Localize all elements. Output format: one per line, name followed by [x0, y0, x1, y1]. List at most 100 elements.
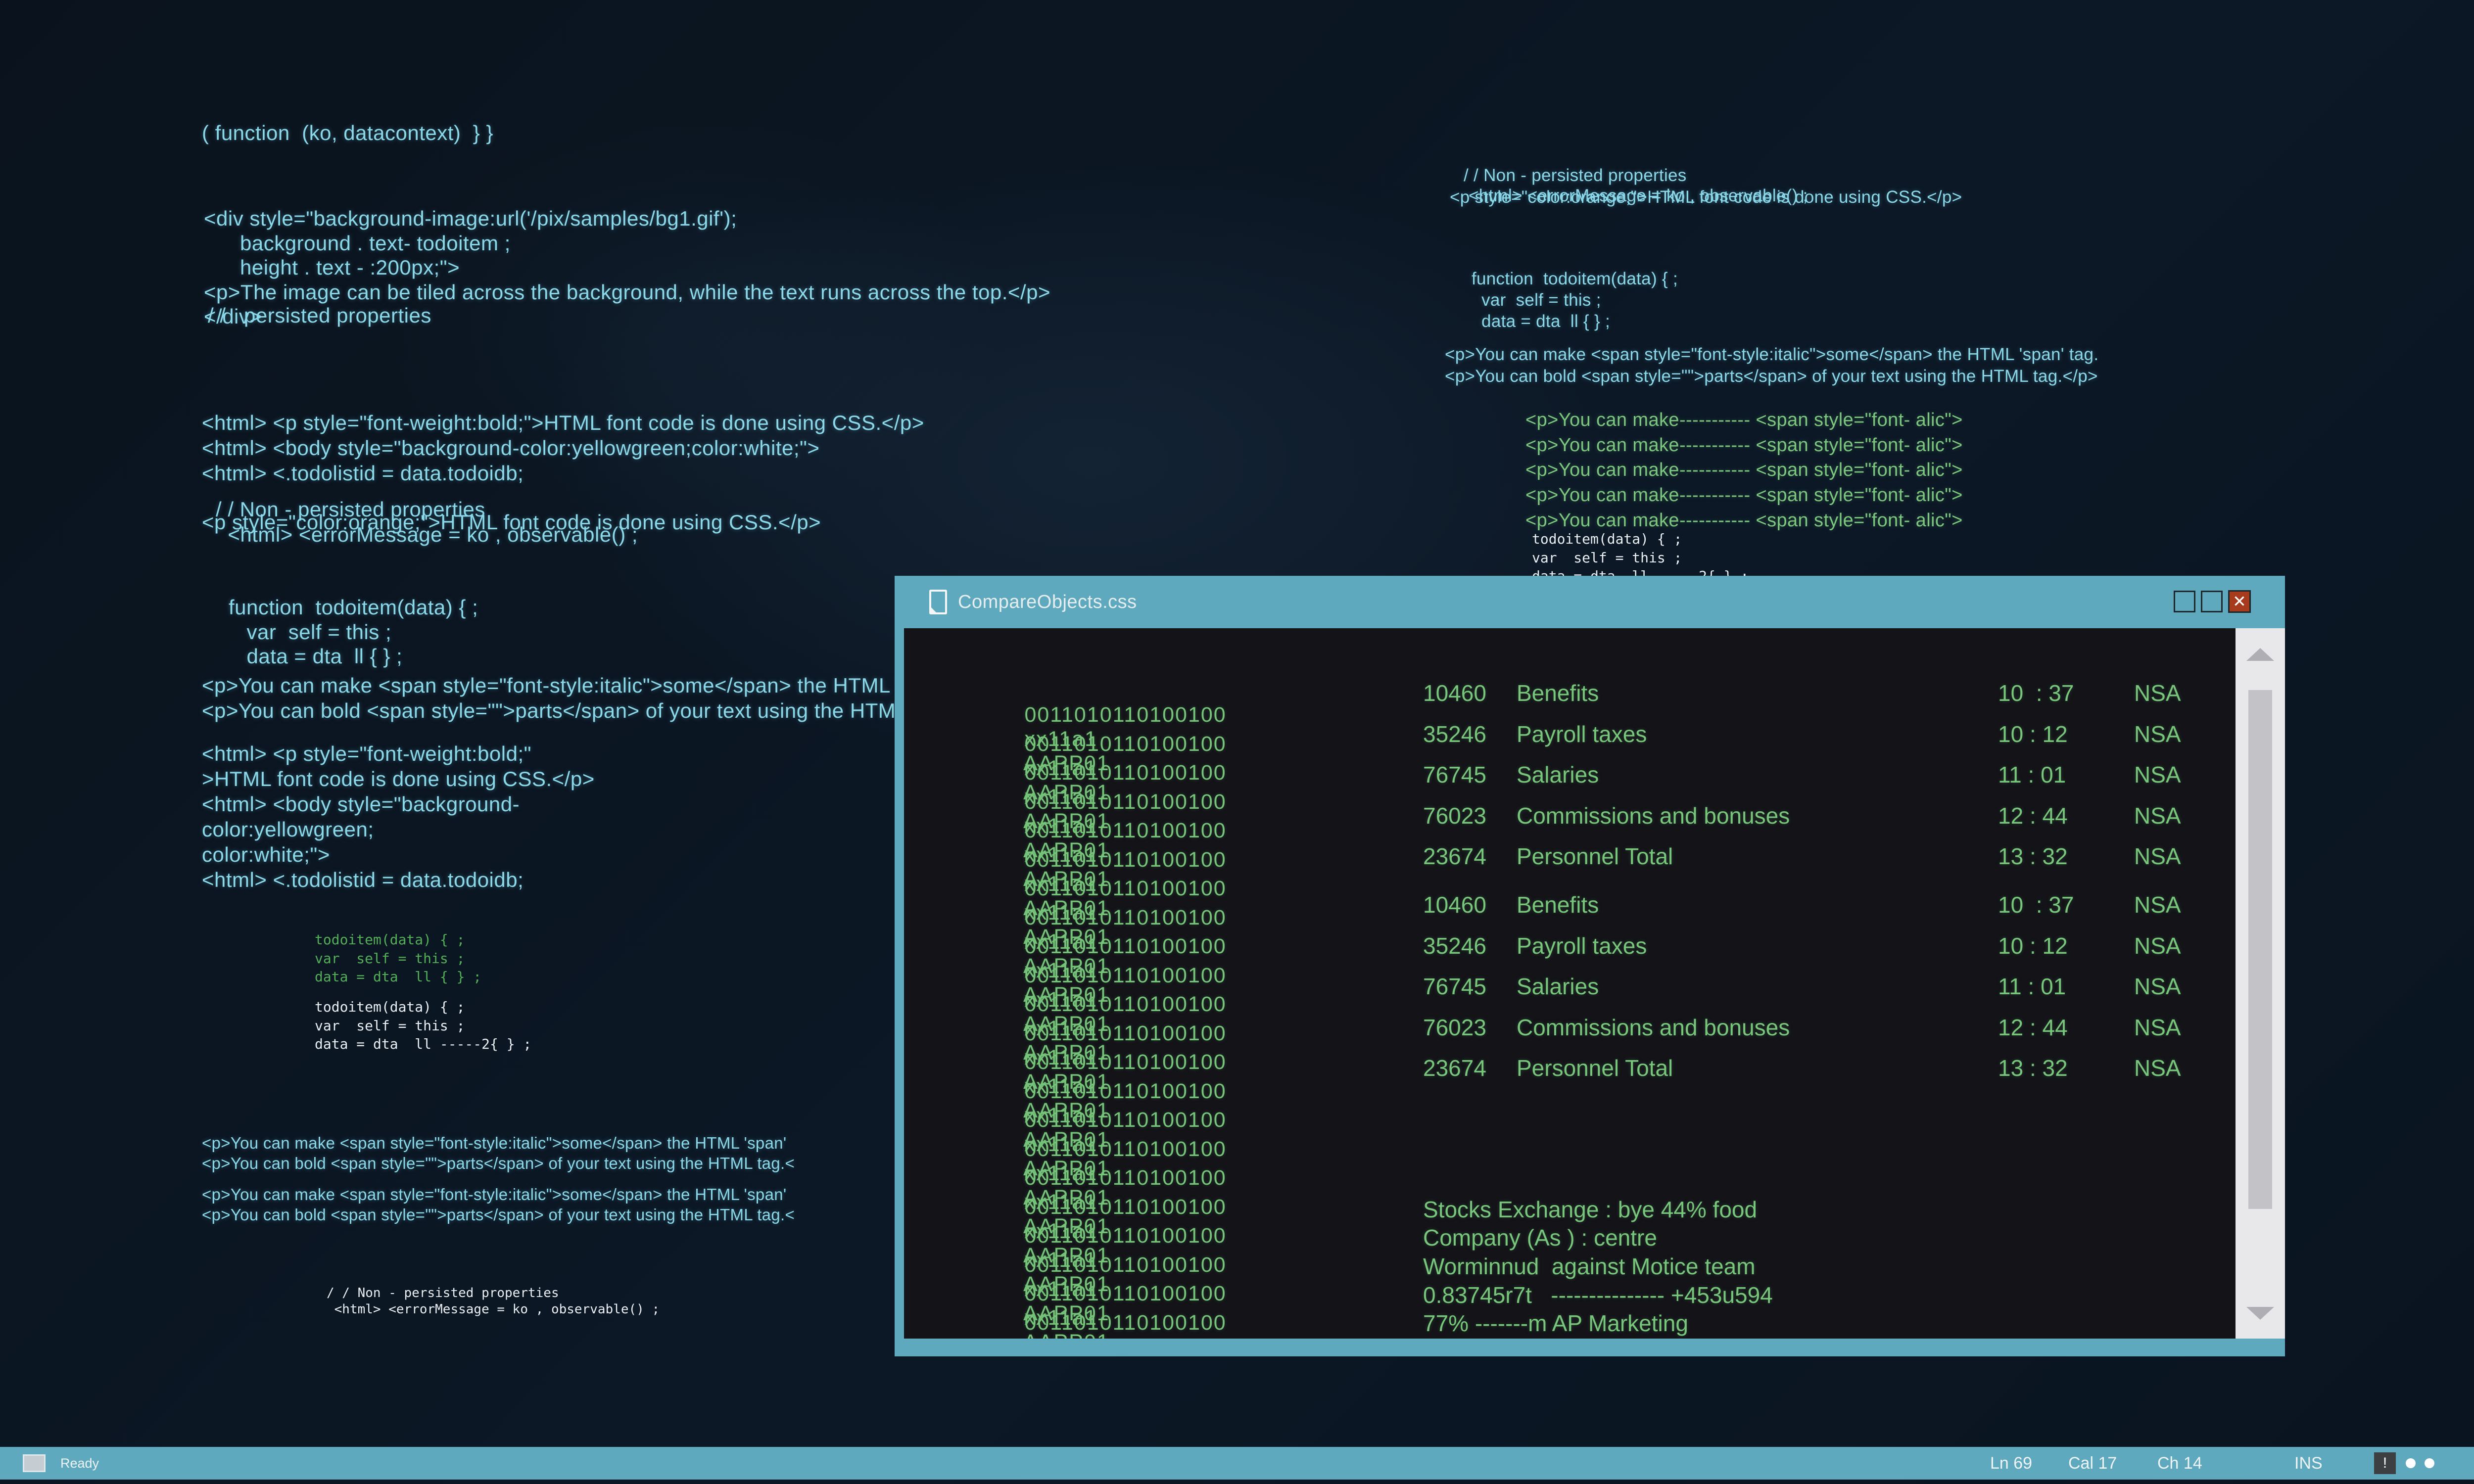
ready-label: Ready [60, 1447, 99, 1480]
ledger-agency: NSA [2134, 802, 2181, 829]
ledger-row: 23674 Personnel Total 13 : 32 NSA [904, 1055, 2236, 1096]
code-line: >HTML font code is done using CSS.</p> [202, 766, 595, 791]
status-dot-icon [2425, 1458, 2434, 1468]
ledger-time: 10 : 37 [1998, 680, 2074, 706]
code-function-header: ( function (ko, datacontext) } } [202, 120, 493, 145]
ledger-label: Benefits [1517, 891, 1599, 918]
ledger-time: 13 : 32 [1998, 843, 2068, 870]
code-mono-white-block: todoitem(data) { ;var self = this ;data … [315, 961, 531, 1054]
footer-line: 0.83745r7t --------------- +453u594 [1423, 1281, 1773, 1310]
scroll-up-arrow-icon[interactable] [2246, 648, 2274, 661]
ledger-amount: 23674 [1423, 843, 1486, 870]
footer-line: Stocks Exchange : bye 44% food [1423, 1196, 1773, 1224]
code-line: <p>You can make----------- <span style="… [1525, 408, 1963, 433]
ledger-amount: 76023 [1423, 802, 1486, 829]
ledger-label: Commissions and bonuses [1517, 1014, 1790, 1041]
ledger-agency: NSA [2134, 843, 2181, 870]
maximize-button[interactable] [2201, 591, 2223, 612]
ledger-amount: 76023 [1423, 1014, 1486, 1041]
code-line: function todoitem(data) { ; [1472, 268, 1678, 289]
ledger-group-2: 10460 Benefits 10 : 37 NSA 35246 Payroll… [904, 891, 2236, 1096]
ledger-row: 76745 Salaries 11 : 01 NSA [904, 761, 2236, 802]
ledger-time: 11 : 01 [1998, 761, 2066, 788]
window-content: 0011010110100100 xx11a1 AAPP01 001101011… [904, 628, 2236, 1339]
code-line: background . text- todoitem ; [204, 231, 1050, 256]
ledger-time: 12 : 44 [1998, 1014, 2068, 1041]
ledger-amount: 10460 [1423, 891, 1486, 918]
code-orange-line: <p style="color:orange;">HTML font code … [202, 510, 821, 535]
ledger-time: 11 : 01 [1998, 973, 2066, 1000]
ledger-time: 10 : 37 [1998, 891, 2074, 918]
ledger-label: Personnel Total [1517, 1055, 1673, 1081]
binary-bits: 0011010110100100 [1024, 1253, 1253, 1277]
code-line: <p>You can bold <span style="">parts</sp… [202, 1205, 795, 1225]
code-line: <html> <p style="font-weight:bold;" [202, 741, 595, 766]
ready-indicator-icon [23, 1454, 46, 1472]
ledger-label: Benefits [1517, 680, 1599, 706]
status-column-number: Cal 17 [2068, 1447, 2117, 1480]
footer-line: Worminnud against Motice team [1423, 1252, 1773, 1281]
code-line: / / Non - persisted properties [1464, 165, 1808, 186]
ledger-amount: 76745 [1423, 973, 1486, 1000]
footer-line: 0000.09 -02,75583+ Times [1423, 1338, 1773, 1339]
binary-bits: 0011010110100100 [1024, 1311, 1253, 1335]
code-line: / / Non - persisted properties [327, 1285, 660, 1301]
minimize-button[interactable] [2174, 591, 2195, 612]
ledger-label: Salaries [1517, 973, 1599, 1000]
code-line: todoitem(data) { ; [1532, 530, 1749, 549]
ledger-amount: 10460 [1423, 680, 1486, 706]
code-line: <p>The image can be tiled across the bac… [204, 280, 1050, 305]
window-title: CompareObjects.css [958, 576, 1137, 628]
scroll-down-arrow-icon[interactable] [2246, 1307, 2274, 1320]
code-line: <html> <errorMessage = ko , observable()… [327, 1301, 660, 1318]
close-button[interactable]: ✕ [2228, 590, 2251, 613]
status-insert-mode: INS [2294, 1447, 2323, 1480]
ledger-time: 13 : 32 [1998, 1055, 2068, 1081]
ledger-label: Commissions and bonuses [1517, 802, 1790, 829]
binary-bits: 0011010110100100 [1024, 1166, 1253, 1190]
ledger-agency: NSA [2134, 1014, 2181, 1041]
status-char-number: Ch 14 [2157, 1447, 2202, 1480]
binary-bits: 0011010110100100 [1024, 1137, 1253, 1161]
ledger-label: Salaries [1517, 761, 1599, 788]
ledger-row: 35246 Payroll taxes 10 : 12 NSA [904, 721, 2236, 762]
scrollbar[interactable] [2236, 628, 2285, 1339]
window-titlebar[interactable]: CompareObjects.css ✕ [895, 576, 2285, 628]
ledger-agency: NSA [2134, 932, 2181, 959]
code-line: todoitem(data) { ; [315, 930, 481, 949]
scrollbar-thumb[interactable] [2248, 690, 2272, 1209]
ledger-row: 10460 Benefits 10 : 37 NSA [904, 891, 2236, 932]
stocks-footer: Stocks Exchange : bye 44% foodCompany (A… [1423, 1110, 1773, 1339]
ledger-agency: NSA [2134, 680, 2181, 706]
ledger-agency: NSA [2134, 973, 2181, 1000]
ledger-amount: 76745 [1423, 761, 1486, 788]
ledger-agency: NSA [2134, 1055, 2181, 1081]
code-line: color:yellowgreen; [202, 817, 595, 842]
ledger-row: 76745 Salaries 11 : 01 NSA [904, 973, 2236, 1014]
code-line: <p>You can make <span style="font-style:… [202, 1184, 795, 1205]
code-persisted-comment: / / persisted properties [208, 303, 431, 328]
code-span-pair-2: <p>You can make <span style="font-style:… [202, 1144, 795, 1225]
ledger-row: 10460 Benefits 10 : 37 NSA [904, 680, 2236, 721]
binary-bits: 0011010110100100 [1024, 1282, 1253, 1306]
ledger-row: 76023 Commissions and bonuses 12 : 44 NS… [904, 802, 2236, 843]
status-line-number: Ln 69 [1990, 1447, 2032, 1480]
status-dot-icon [2406, 1458, 2416, 1468]
ledger-group-1: 10460 Benefits 10 : 37 NSA 35246 Payroll… [904, 680, 2236, 884]
code-line: height . text - :200px;"> [204, 255, 1050, 280]
code-line: color:white;"> [202, 842, 595, 867]
code-line: var self = this ; [1532, 549, 1749, 567]
code-right-mono-block: todoitem(data) { ;var self = this ;data … [1532, 493, 1749, 586]
ledger-agency: NSA [2134, 761, 2181, 788]
ledger-agency: NSA [2134, 721, 2181, 747]
status-bar: Ready Ln 69 Cal 17 Ch 14 INS ! [0, 1447, 2474, 1480]
code-mono-footer: / / Non - persisted properties <html> <e… [327, 1252, 660, 1318]
code-line: <html> <body style="background- [202, 791, 595, 817]
ledger-time: 10 : 12 [1998, 932, 2068, 959]
ledger-amount: 23674 [1423, 1055, 1486, 1081]
code-line: <html> <.todolistid = data.todoidb; [202, 867, 595, 892]
code-line: <html> <p style="font-weight:bold;">HTML… [202, 410, 924, 435]
code-line: <div style="background-image:url('/pix/s… [204, 206, 1050, 231]
binary-bits: 0011010110100100 [1024, 1108, 1253, 1132]
ledger-row: 23674 Personnel Total 13 : 32 NSA [904, 843, 2236, 884]
